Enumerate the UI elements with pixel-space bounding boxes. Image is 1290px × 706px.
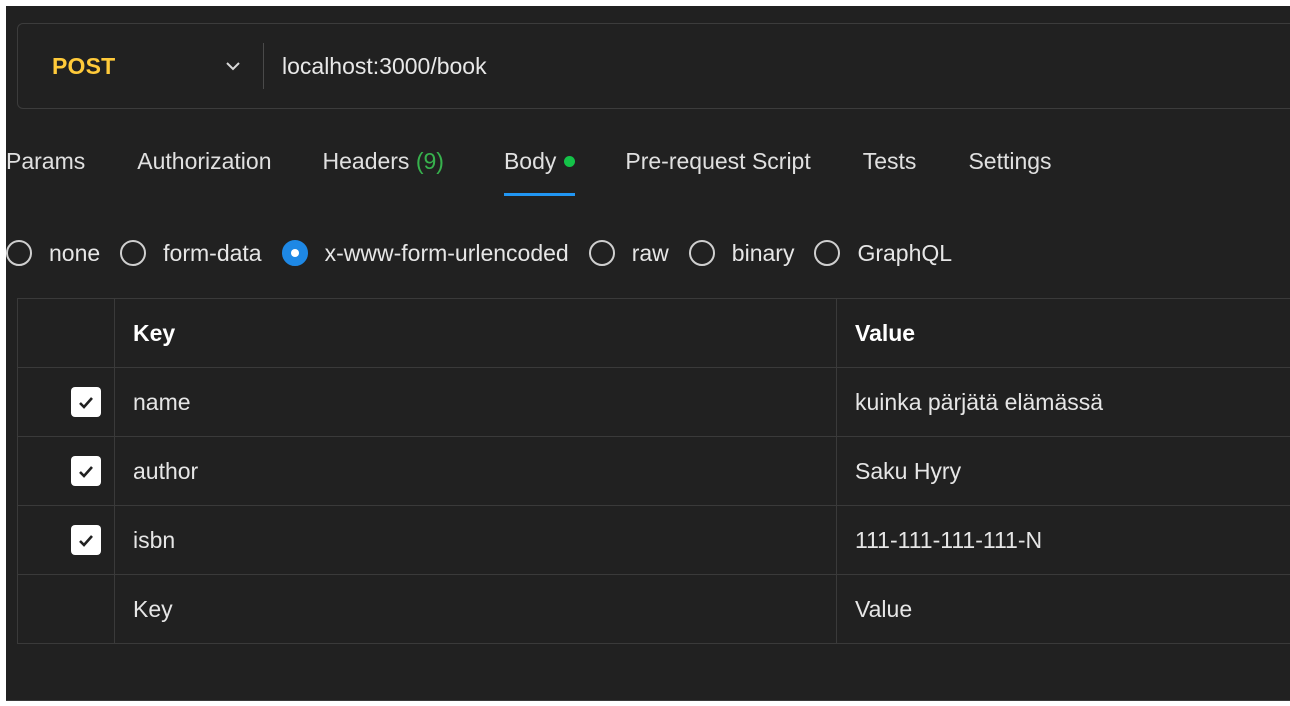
value-cell[interactable]: kuinka pärjätä elämässä [836,367,1290,437]
row-checkbox[interactable] [71,525,101,555]
tab-label: Pre-request Script [625,148,811,174]
url-bar: POST [17,23,1290,109]
tab-headers[interactable]: Headers (9) [323,136,444,175]
headers-count: (9) [415,148,444,174]
new-key-input[interactable]: Key [114,574,837,644]
modified-dot [564,156,576,168]
body-type-form-data[interactable]: form-data [120,239,262,267]
body-type-binary[interactable]: binary [688,239,795,267]
row-checkbox[interactable] [71,387,101,417]
tab-authorization[interactable]: Authorization [137,136,271,175]
radio-label: x-www-form-urlencoded [324,239,569,266]
value-cell[interactable]: Saku Hyry [836,436,1290,506]
tab-label: Headers [322,148,410,174]
radio-label: GraphQL [857,239,953,266]
radio-label: raw [631,239,669,266]
row-checkbox-cell [17,505,115,575]
chevron-down-icon [225,58,241,74]
tab-pre-request-script[interactable]: Pre-request Script [625,136,810,175]
tab-label: Body [503,148,557,174]
tab-label: Authorization [137,148,272,174]
row-checkbox-cell [17,574,115,644]
url-input[interactable] [264,23,1290,109]
radio-label: binary [731,239,795,266]
body-type-graphql[interactable]: GraphQL [814,240,952,267]
radio-selected-icon[interactable] [281,240,308,266]
row-checkbox-cell [17,367,115,437]
table-row: author Saku Hyry [17,436,1290,506]
column-header-key: Key [114,298,837,368]
radio-icon[interactable] [688,240,715,266]
body-type-x-www-form-urlencoded[interactable]: x-www-form-urlencoded [281,239,569,267]
tab-label: Params [6,148,86,174]
key-cell[interactable]: author [114,436,837,506]
key-cell[interactable]: isbn [114,505,837,575]
check-icon [79,534,93,547]
request-tabs: Params Authorization Headers (9) Body Pr… [6,136,1052,206]
check-icon [79,396,93,409]
tab-params[interactable]: Params [6,136,85,175]
value-cell[interactable]: 111-111-111-111-N [836,505,1290,575]
tab-label: Settings [968,148,1052,174]
header-checkbox-cell [17,298,115,368]
tab-tests[interactable]: Tests [863,136,917,175]
active-tab-indicator [503,193,576,196]
body-type-none[interactable]: none [6,240,100,267]
bottom-edge [6,700,1290,706]
body-params-table: Key Value name kuinka pärjätä elämässä a… [17,298,1290,644]
table-row-new: Key Value [17,574,1290,644]
radio-label: form-data [163,239,262,266]
radio-icon[interactable] [6,240,32,266]
body-type-group: none form-data x-www-form-urlencoded raw… [6,230,972,276]
new-value-input[interactable]: Value [836,574,1290,644]
table-header-row: Key Value [17,298,1290,368]
row-checkbox-cell [17,436,115,506]
radio-icon[interactable] [588,240,615,266]
tab-settings[interactable]: Settings [968,136,1051,175]
method-label: POST [52,52,116,79]
table-row: isbn 111-111-111-111-N [17,505,1290,575]
key-cell[interactable]: name [114,367,837,437]
radio-icon[interactable] [814,240,841,266]
radio-icon[interactable] [120,240,147,266]
tab-body[interactable]: Body [503,136,576,196]
radio-label: none [49,239,101,266]
method-select[interactable]: POST [18,24,263,108]
body-type-raw[interactable]: raw [588,239,669,267]
request-editor: POST Params Authorization Headers (9) Bo… [6,6,1290,700]
check-icon [79,465,93,478]
tab-label: Tests [862,148,917,174]
row-checkbox[interactable] [71,456,101,486]
table-row: name kuinka pärjätä elämässä [17,367,1290,437]
column-header-value: Value [836,298,1290,368]
